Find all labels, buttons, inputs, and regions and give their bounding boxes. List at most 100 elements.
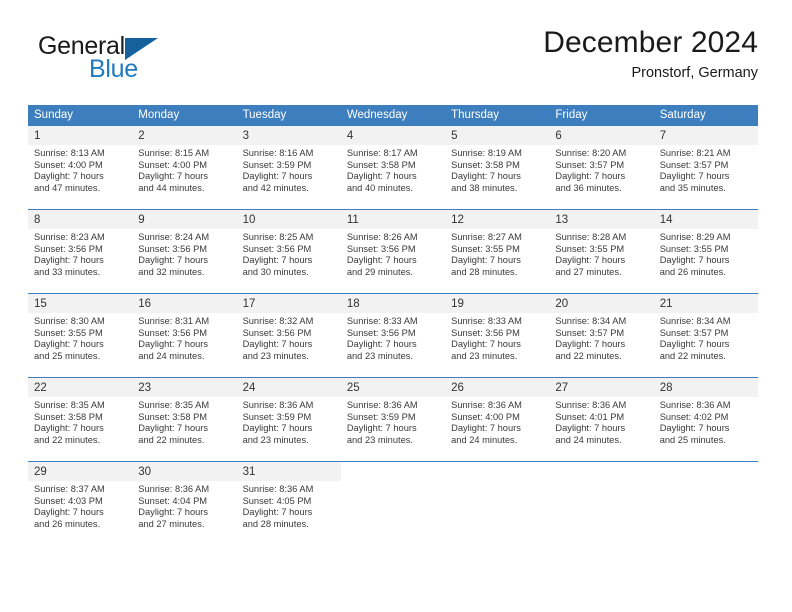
- sunrise-text: Sunrise: 8:32 AM: [242, 316, 314, 326]
- day-number: 21: [653, 294, 758, 313]
- calendar-day-cell[interactable]: 7 Sunrise: 8:21 AM Sunset: 3:57 PM Daylight…: [653, 126, 758, 210]
- daylight-text-line2: and 25 minutes.: [34, 350, 101, 361]
- day-number: 1: [28, 126, 133, 145]
- day-cell-inner: [340, 462, 446, 545]
- daylight-text-line2: and 23 minutes.: [346, 434, 413, 445]
- daylight-text-line1: Daylight: 7 hours: [346, 423, 417, 434]
- daylight-text-line1: Daylight: 7 hours: [242, 507, 313, 518]
- daylight-text-line2: and 30 minutes.: [242, 266, 309, 277]
- sunset-text: Sunset: 4:00 PM: [34, 159, 103, 170]
- sunset-text: Sunset: 3:58 PM: [451, 159, 520, 170]
- day-cell-inner: 26 Sunrise: 8:36 AM Sunset: 4:00 PM Dayligh…: [445, 378, 550, 461]
- day-info: Sunrise: 8:35 AM Sunset: 3:58 PM Daylight:…: [28, 397, 132, 446]
- day-info: Sunrise: 8:24 AM Sunset: 3:56 PM Daylight:…: [132, 229, 236, 278]
- calendar-day-cell[interactable]: 6 Sunrise: 8:20 AM Sunset: 3:57 PM Daylight…: [549, 126, 654, 210]
- daylight-text-line2: and 24 minutes.: [138, 350, 205, 361]
- sunrise-text: Sunrise: 8:20 AM: [555, 148, 627, 158]
- daylight-text-line1: Daylight: 7 hours: [659, 171, 730, 182]
- day-cell-inner: 10 Sunrise: 8:25 AM Sunset: 3:56 PM Dayligh…: [236, 210, 341, 293]
- day-number: 24: [236, 378, 341, 397]
- calendar-day-cell[interactable]: 13 Sunrise: 8:28 AM Sunset: 3:55 PM Dayligh…: [549, 209, 654, 294]
- daylight-text-line1: Daylight: 7 hours: [242, 255, 313, 266]
- calendar-day-cell[interactable]: 1 Sunrise: 8:13 AM Sunset: 4:00 PM Daylight…: [28, 126, 133, 210]
- calendar-day-cell[interactable]: 23 Sunrise: 8:35 AM Sunset: 3:58 PM Dayligh…: [132, 377, 237, 462]
- sunset-text: Sunset: 4:00 PM: [451, 411, 520, 422]
- daylight-text-line2: and 27 minutes.: [138, 518, 205, 529]
- sunrise-text: Sunrise: 8:23 AM: [34, 232, 105, 242]
- day-info: Sunrise: 8:33 AM Sunset: 3:56 PM Daylight:…: [445, 313, 549, 362]
- calendar-day-cell[interactable]: 2 Sunrise: 8:15 AM Sunset: 4:00 PM Daylight…: [132, 126, 237, 210]
- calendar-day-cell[interactable]: 27 Sunrise: 8:36 AM Sunset: 4:01 PM Dayligh…: [549, 377, 654, 462]
- day-cell-inner: 30 Sunrise: 8:36 AM Sunset: 4:04 PM Dayligh…: [132, 462, 237, 545]
- sunrise-text: Sunrise: 8:25 AM: [242, 232, 314, 242]
- page-subtitle: Pronstorf, Germany: [631, 64, 758, 81]
- brand-logo: General Blue: [28, 34, 248, 96]
- calendar-day-cell[interactable]: 31 Sunrise: 8:36 AM Sunset: 4:05 PM Dayligh…: [236, 461, 341, 545]
- daylight-text-line1: Daylight: 7 hours: [138, 255, 209, 266]
- daylight-text-line2: and 26 minutes.: [34, 518, 101, 529]
- calendar-day-cell[interactable]: 25 Sunrise: 8:36 AM Sunset: 3:59 PM Dayligh…: [340, 377, 446, 462]
- daylight-text-line1: Daylight: 7 hours: [451, 339, 521, 350]
- sunset-text: Sunset: 3:57 PM: [659, 327, 729, 338]
- calendar-day-cell[interactable]: 20 Sunrise: 8:34 AM Sunset: 3:57 PM Dayligh…: [549, 293, 654, 378]
- calendar-day-cell[interactable]: 21 Sunrise: 8:34 AM Sunset: 3:57 PM Dayligh…: [653, 293, 758, 378]
- sunrise-text: Sunrise: 8:36 AM: [242, 484, 314, 494]
- day-info: Sunrise: 8:36 AM Sunset: 3:59 PM Daylight:…: [341, 397, 445, 446]
- day-info: Sunrise: 8:34 AM Sunset: 3:57 PM Daylight:…: [654, 313, 758, 362]
- day-number: 20: [549, 294, 654, 313]
- sunset-text: Sunset: 3:57 PM: [555, 327, 625, 338]
- calendar-day-cell[interactable]: 10 Sunrise: 8:25 AM Sunset: 3:56 PM Dayligh…: [236, 209, 341, 294]
- calendar-day-cell[interactable]: 3 Sunrise: 8:16 AM Sunset: 3:59 PM Daylight…: [236, 126, 341, 210]
- day-info: Sunrise: 8:13 AM Sunset: 4:00 PM Daylight:…: [28, 145, 132, 194]
- calendar-day-cell[interactable]: 17 Sunrise: 8:32 AM Sunset: 3:56 PM Dayligh…: [236, 293, 341, 378]
- calendar-day-cell[interactable]: 8 Sunrise: 8:23 AM Sunset: 3:56 PM Daylight…: [28, 209, 133, 294]
- calendar-day-cell[interactable]: 18 Sunrise: 8:33 AM Sunset: 3:56 PM Dayligh…: [340, 293, 446, 378]
- calendar-day-cell[interactable]: 5 Sunrise: 8:19 AM Sunset: 3:58 PM Daylight…: [445, 126, 550, 210]
- daylight-text-line1: Daylight: 7 hours: [138, 339, 209, 350]
- day-number: 29: [28, 462, 133, 481]
- sunset-text: Sunset: 3:56 PM: [346, 327, 416, 338]
- calendar-day-cell-empty: [445, 461, 550, 545]
- calendar-day-cell[interactable]: 30 Sunrise: 8:36 AM Sunset: 4:04 PM Dayligh…: [132, 461, 237, 545]
- calendar-day-cell[interactable]: 26 Sunrise: 8:36 AM Sunset: 4:00 PM Dayligh…: [445, 377, 550, 462]
- weekday-header-sunday: Sunday: [28, 105, 133, 126]
- sunrise-text: Sunrise: 8:15 AM: [138, 148, 210, 158]
- calendar-day-cell[interactable]: 12 Sunrise: 8:27 AM Sunset: 3:55 PM Dayligh…: [445, 209, 550, 294]
- daylight-text-line1: Daylight: 7 hours: [659, 255, 730, 266]
- day-number: 13: [549, 210, 654, 229]
- day-info: Sunrise: 8:20 AM Sunset: 3:57 PM Daylight:…: [549, 145, 653, 194]
- daylight-text-line1: Daylight: 7 hours: [34, 423, 104, 434]
- day-info: Sunrise: 8:29 AM Sunset: 3:55 PM Daylight:…: [654, 229, 758, 278]
- calendar-day-cell[interactable]: 19 Sunrise: 8:33 AM Sunset: 3:56 PM Dayligh…: [445, 293, 550, 378]
- page-header: General Blue December 2024 Pronstorf, Ge…: [28, 26, 758, 100]
- sunset-text: Sunset: 3:55 PM: [451, 243, 520, 254]
- daylight-text-line1: Daylight: 7 hours: [451, 255, 521, 266]
- calendar-day-cell[interactable]: 4 Sunrise: 8:17 AM Sunset: 3:58 PM Daylight…: [340, 126, 446, 210]
- sunset-text: Sunset: 3:56 PM: [138, 243, 208, 254]
- sunset-text: Sunset: 4:05 PM: [242, 495, 312, 506]
- day-info: Sunrise: 8:27 AM Sunset: 3:55 PM Daylight:…: [445, 229, 549, 278]
- calendar-day-cell[interactable]: 22 Sunrise: 8:35 AM Sunset: 3:58 PM Dayligh…: [28, 377, 133, 462]
- daylight-text-line1: Daylight: 7 hours: [555, 255, 626, 266]
- day-info: Sunrise: 8:31 AM Sunset: 3:56 PM Daylight:…: [132, 313, 236, 362]
- calendar-day-cell[interactable]: 15 Sunrise: 8:30 AM Sunset: 3:55 PM Dayligh…: [28, 293, 133, 378]
- day-cell-inner: 27 Sunrise: 8:36 AM Sunset: 4:01 PM Dayligh…: [549, 378, 654, 461]
- calendar-day-cell[interactable]: 14 Sunrise: 8:29 AM Sunset: 3:55 PM Dayligh…: [653, 209, 758, 294]
- calendar-day-cell[interactable]: 16 Sunrise: 8:31 AM Sunset: 3:56 PM Dayligh…: [132, 293, 237, 378]
- day-info: Sunrise: 8:32 AM Sunset: 3:56 PM Daylight:…: [237, 313, 341, 362]
- day-number: 2: [132, 126, 237, 145]
- sunset-text: Sunset: 3:56 PM: [346, 243, 416, 254]
- day-number: 31: [236, 462, 341, 481]
- day-info: Sunrise: 8:30 AM Sunset: 3:55 PM Daylight:…: [28, 313, 132, 362]
- calendar-day-cell[interactable]: 9 Sunrise: 8:24 AM Sunset: 3:56 PM Daylight…: [132, 209, 237, 294]
- daylight-text-line2: and 24 minutes.: [451, 434, 518, 445]
- calendar-day-cell[interactable]: 24 Sunrise: 8:36 AM Sunset: 3:59 PM Dayligh…: [236, 377, 341, 462]
- sunrise-text: Sunrise: 8:16 AM: [242, 148, 314, 158]
- calendar-day-cell[interactable]: 11 Sunrise: 8:26 AM Sunset: 3:56 PM Dayligh…: [340, 209, 446, 294]
- sunrise-text: Sunrise: 8:27 AM: [451, 232, 522, 242]
- calendar-day-cell[interactable]: 29 Sunrise: 8:37 AM Sunset: 4:03 PM Dayligh…: [28, 461, 133, 545]
- calendar-day-cell-empty: [653, 461, 758, 545]
- day-cell-inner: 12 Sunrise: 8:27 AM Sunset: 3:55 PM Dayligh…: [445, 210, 550, 293]
- calendar-day-cell[interactable]: 28 Sunrise: 8:36 AM Sunset: 4:02 PM Dayligh…: [653, 377, 758, 462]
- sunrise-text: Sunrise: 8:26 AM: [346, 232, 418, 242]
